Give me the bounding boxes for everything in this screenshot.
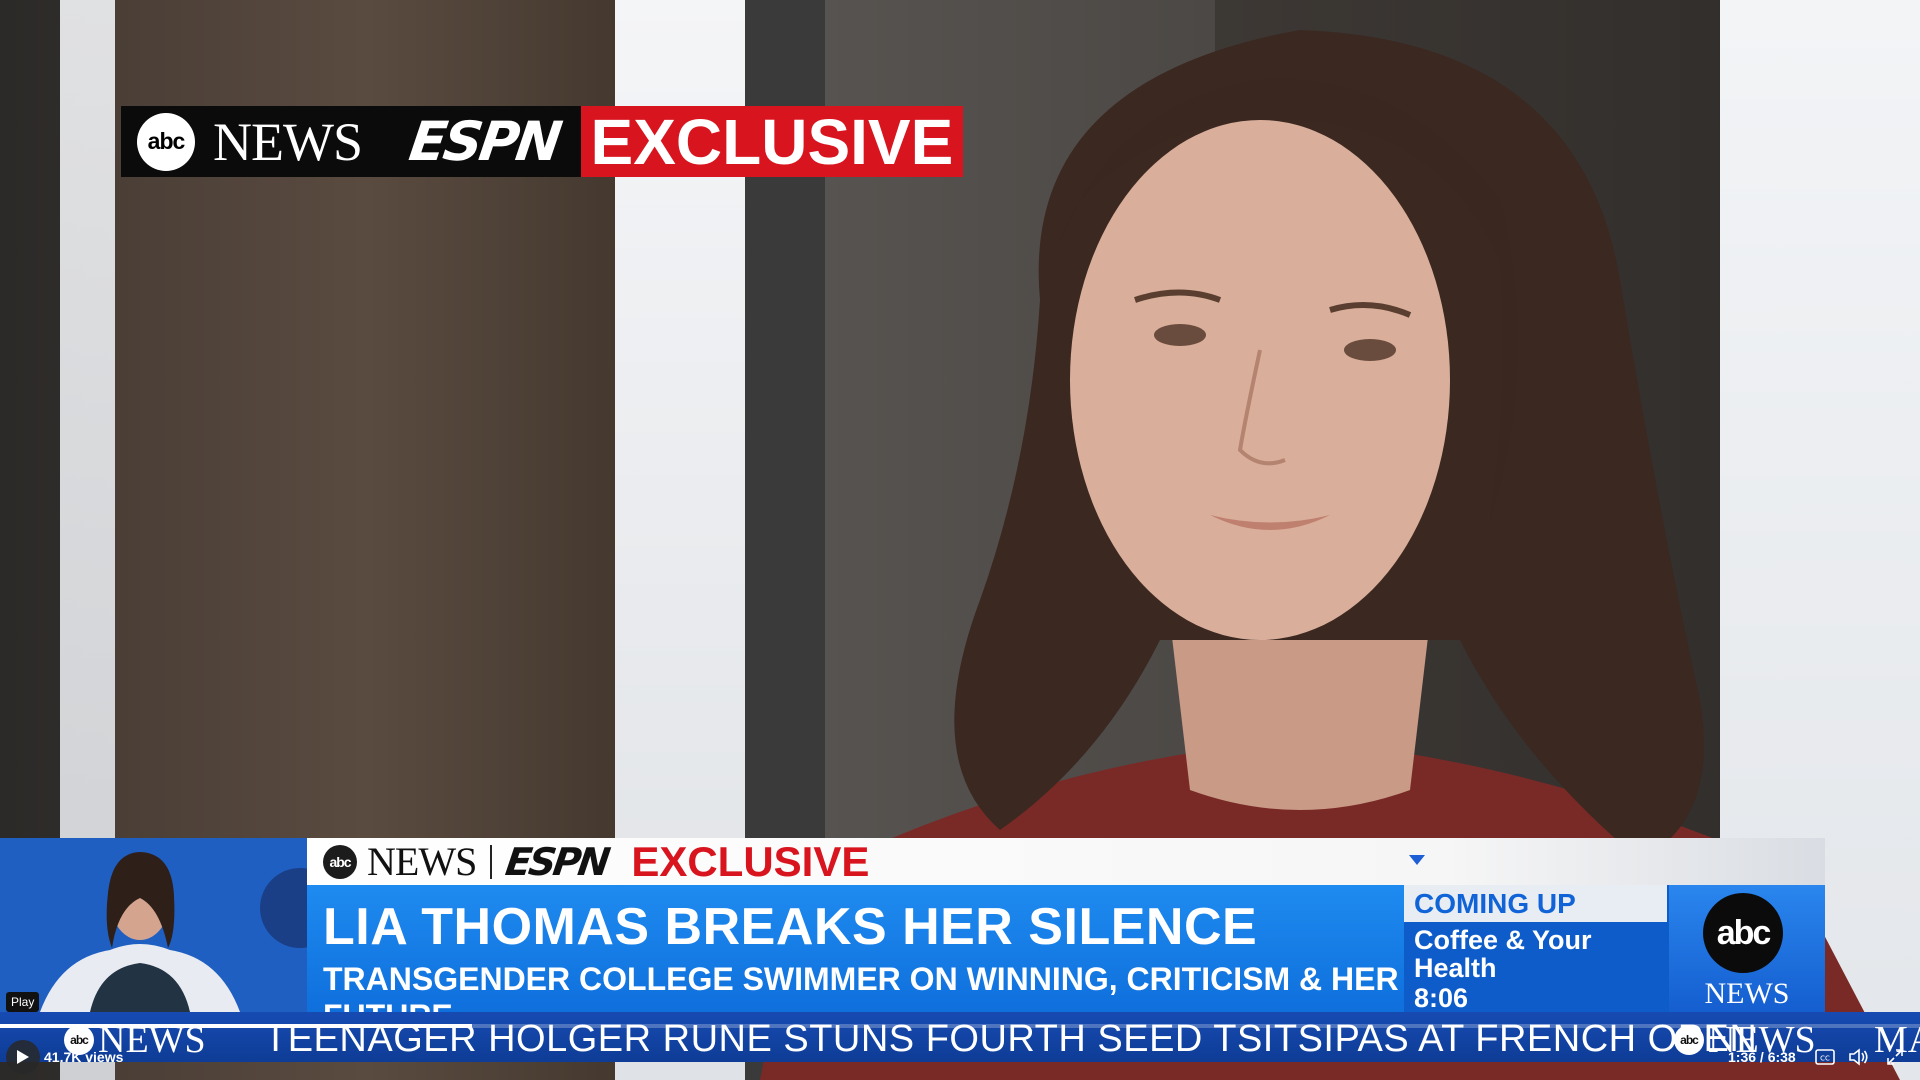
- coming-up-heading: COMING UP: [1404, 885, 1667, 922]
- player-controls: 41.7K views 1:36 / 6:38 CC: [0, 1038, 1920, 1080]
- progress-bar[interactable]: [0, 1024, 1920, 1028]
- captions-button[interactable]: CC: [1812, 1044, 1838, 1070]
- progress-bar-fill: [0, 1024, 473, 1028]
- volume-button[interactable]: [1846, 1044, 1872, 1070]
- coming-up-time: 8:06: [1414, 983, 1469, 1013]
- play-tooltip: Play: [6, 992, 40, 1012]
- svg-text:CC: CC: [1820, 1055, 1830, 1063]
- abc-logo-small-icon: abc: [323, 844, 357, 879]
- coming-up-panel: COMING UP Coffee & Your Health 8:06: [1404, 885, 1669, 1013]
- abc-logo-icon: abc: [137, 112, 195, 171]
- fullscreen-button[interactable]: [1882, 1044, 1908, 1070]
- label-news-text: NEWS: [367, 839, 477, 884]
- bug-news-text: NEWS: [213, 111, 363, 172]
- fullscreen-icon: [1887, 1049, 1903, 1065]
- bug-network-logos: abc NEWS ESPN: [121, 106, 581, 177]
- abc-news-logo-text: NEWS: [1704, 977, 1790, 1010]
- label-espn-text: ESPN: [503, 839, 611, 884]
- triangle-down-icon: [1409, 855, 1425, 865]
- headline-panel: LIA THOMAS BREAKS HER SILENCE TRANSGENDE…: [307, 885, 1404, 1034]
- play-button[interactable]: [6, 1040, 40, 1074]
- lower-third-thumbnail: [0, 838, 307, 1012]
- bug-espn-text: ESPN: [405, 110, 563, 173]
- lower-third: abc NEWS ESPN EXCLUSIVE LIA THOMAS BREAK…: [0, 838, 1920, 1034]
- label-separator: [490, 844, 493, 879]
- exclusive-bug: abc NEWS ESPN EXCLUSIVE: [121, 106, 964, 178]
- view-count: 41.7K views: [44, 1049, 124, 1065]
- playback-time: 1:36 / 6:38: [1728, 1049, 1796, 1065]
- headline-title: LIA THOMAS BREAKS HER SILENCE: [323, 898, 1258, 956]
- coming-up-title: Coffee & Your Health: [1414, 925, 1592, 983]
- abc-logo-large-icon: abc: [1703, 893, 1783, 973]
- play-icon: [17, 1050, 29, 1064]
- abc-news-logo-panel: abc NEWS: [1669, 885, 1825, 1012]
- captions-icon: CC: [1815, 1049, 1835, 1065]
- label-exclusive-text: EXCLUSIVE: [631, 837, 870, 885]
- lower-third-label-bar: abc NEWS ESPN EXCLUSIVE: [307, 838, 1825, 885]
- bug-exclusive-label: EXCLUSIVE: [580, 106, 964, 178]
- thumbnail-person-image: [0, 838, 307, 1012]
- volume-icon: [1849, 1048, 1868, 1066]
